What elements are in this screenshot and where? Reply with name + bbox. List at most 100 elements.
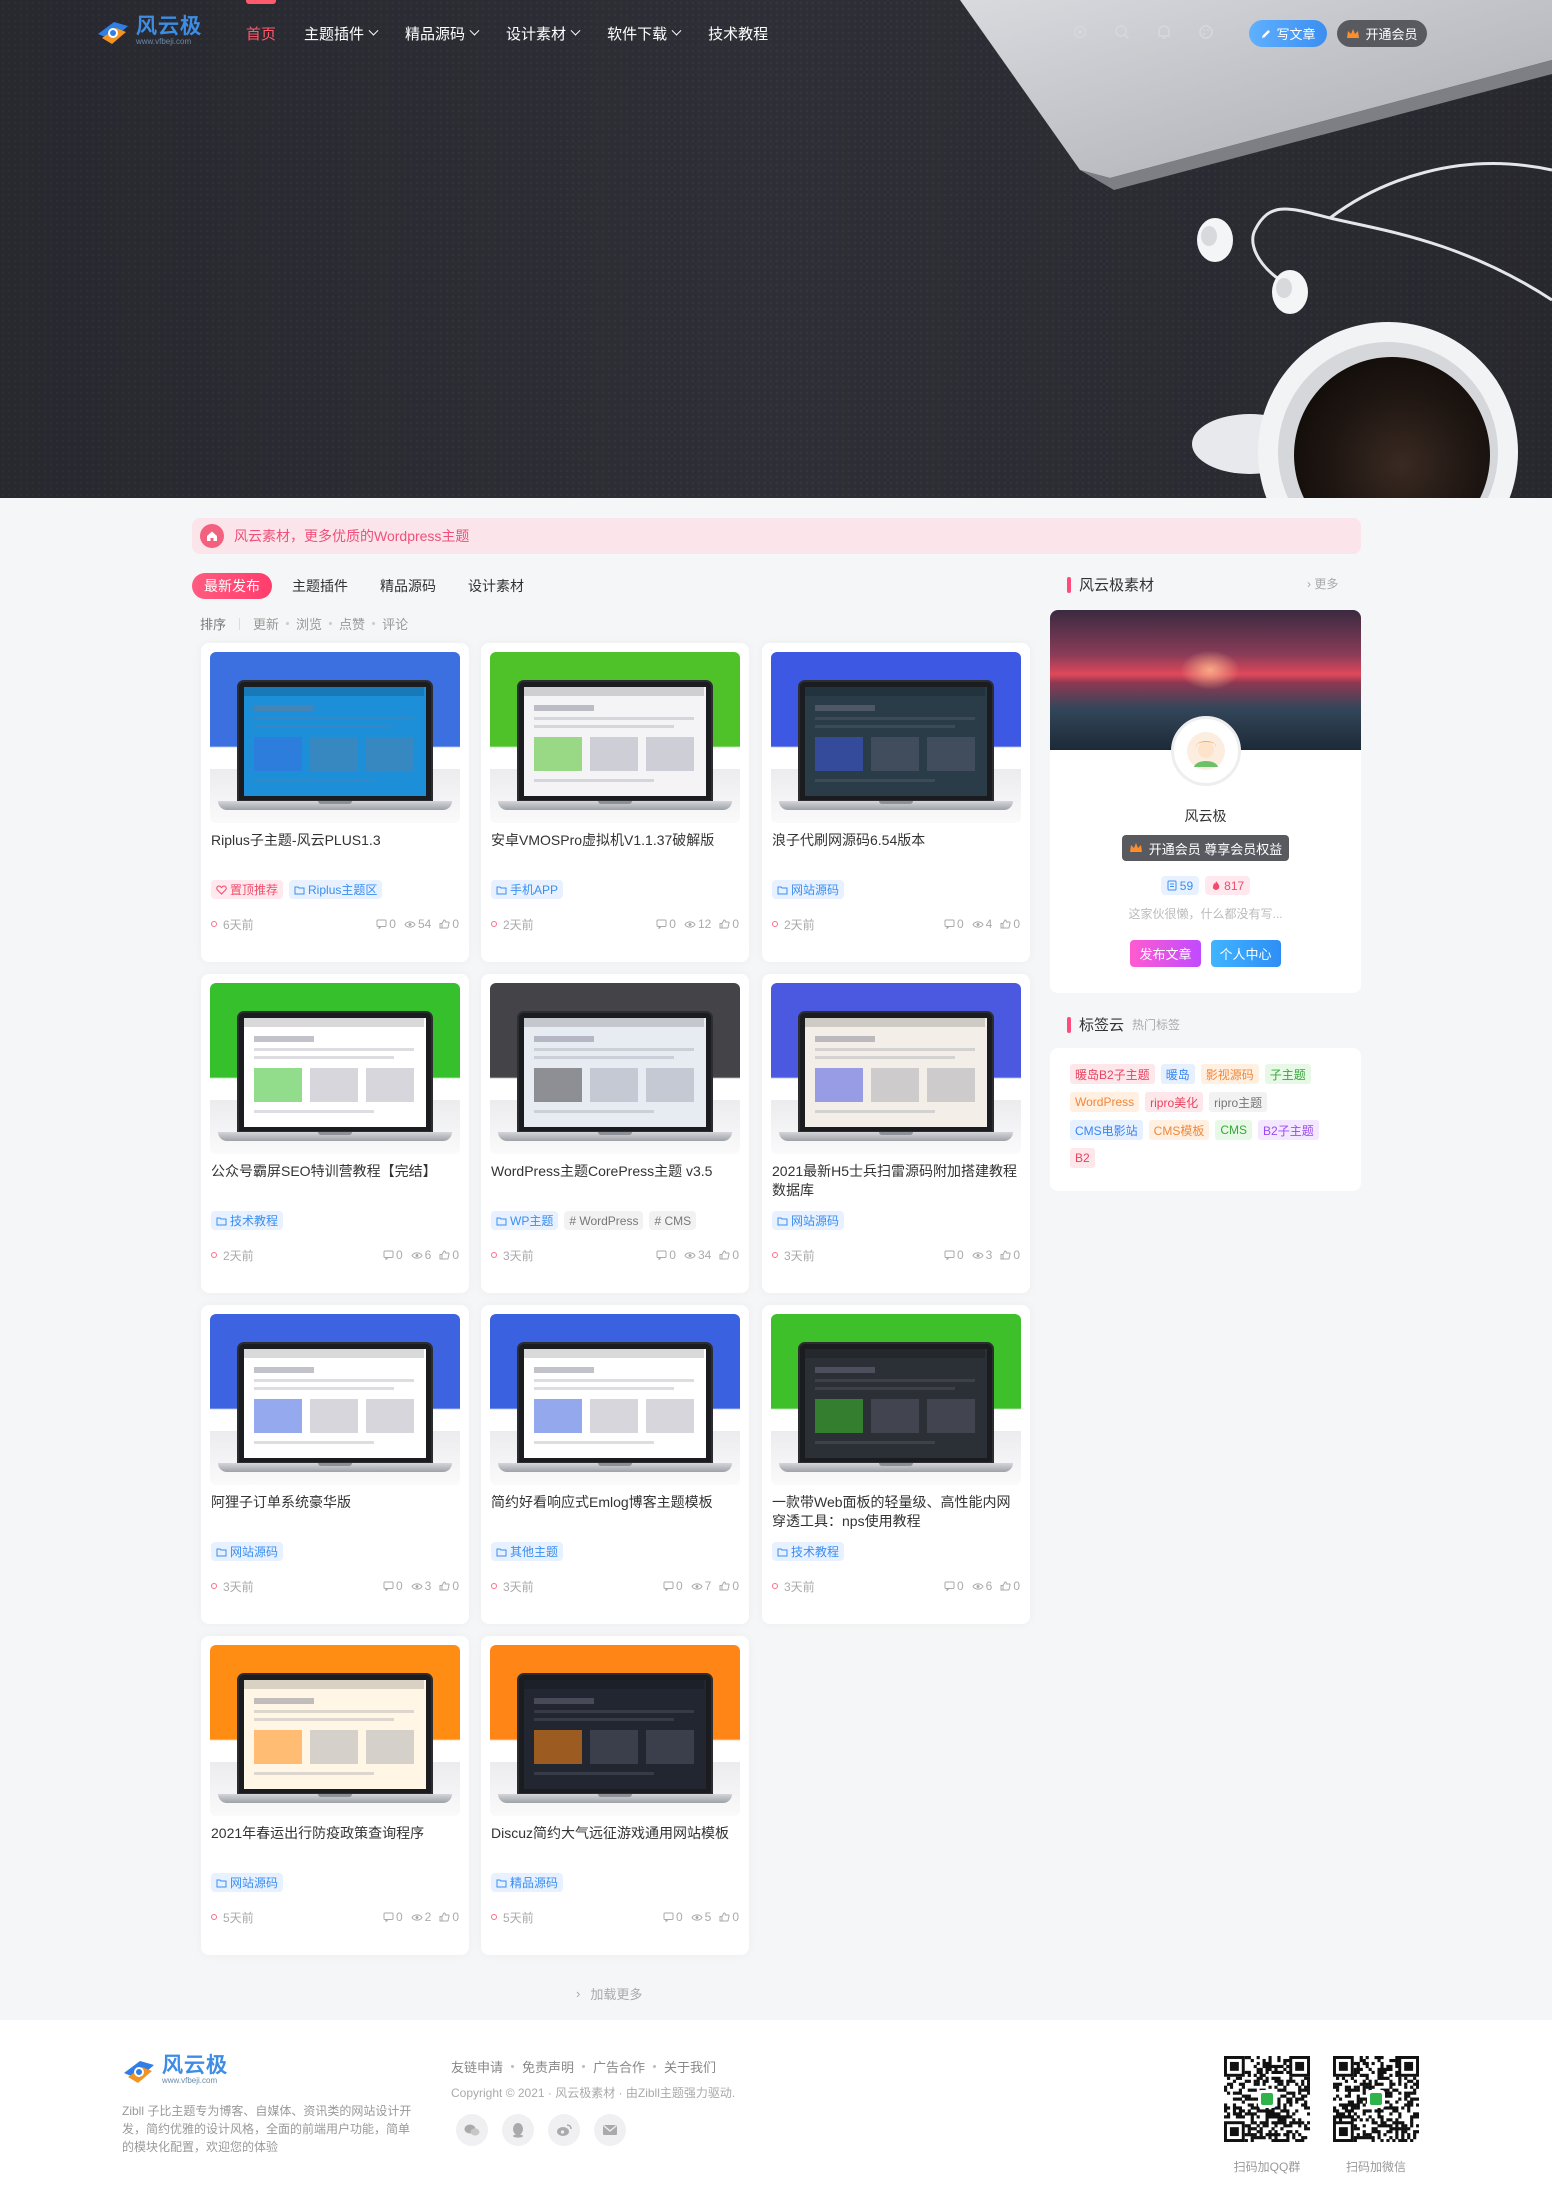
nav-item-5[interactable]: 技术教程 — [708, 0, 768, 66]
post-title[interactable]: 公众号霸屏SEO特训营教程【完结】 — [211, 1162, 461, 1181]
post-card[interactable]: 浪子代刷网源码6.54版本 网站源码 2天前 0 4 0 — [762, 643, 1030, 962]
tab-3[interactable]: 设计素材 — [456, 573, 536, 599]
sort-option[interactable]: 更新 — [253, 614, 279, 633]
tag-cloud-item[interactable]: ripro美化 — [1145, 1092, 1204, 1112]
post-thumbnail[interactable] — [490, 652, 740, 823]
post-card[interactable]: Discuz简约大气远征游戏通用网站模板 精品源码 5天前 0 5 0 — [481, 1636, 749, 1955]
bell-icon[interactable] — [1152, 20, 1176, 44]
footer-link[interactable]: 广告合作 — [593, 2057, 645, 2076]
footer-link[interactable]: 关于我们 — [664, 2057, 716, 2076]
post-thumbnail[interactable] — [771, 652, 1021, 823]
post-title[interactable]: Riplus子主题-风云PLUS1.3 — [211, 831, 461, 850]
tag-cloud-item[interactable]: ripro主题 — [1209, 1092, 1268, 1112]
post-tag[interactable]: # WordPress — [564, 1211, 644, 1230]
tag-cloud-item[interactable]: CMS模板 — [1148, 1120, 1210, 1140]
post-tag[interactable]: 精品源码 — [491, 1873, 564, 1892]
post-card[interactable]: 阿狸子订单系统豪华版 网站源码 3天前 0 3 0 — [201, 1305, 469, 1624]
post-title[interactable]: 一款带Web面板的轻量级、高性能内网穿透工具：nps使用教程 — [772, 1493, 1022, 1531]
post-tag[interactable]: 其他主题 — [491, 1542, 564, 1561]
heart-icon — [216, 884, 227, 895]
tag-cloud-item[interactable]: B2 — [1070, 1148, 1095, 1168]
post-title[interactable]: 浪子代刷网源码6.54版本 — [772, 831, 1022, 850]
tag-cloud-item[interactable]: 暖岛B2子主题 — [1070, 1064, 1155, 1084]
sort-option[interactable]: 浏览 — [296, 614, 322, 633]
post-card[interactable]: 2021最新H5士兵扫雷源码附加搭建教程数据库 网站源码 3天前 0 3 0 — [762, 974, 1030, 1293]
post-tag[interactable]: 网站源码 — [211, 1873, 284, 1892]
post-tag[interactable]: 网站源码 — [211, 1542, 284, 1561]
footer-link[interactable]: 友链申请 — [451, 2057, 503, 2076]
post-card[interactable]: 安卓VMOSPro虚拟机V1.1.37破解版 手机APP 2天前 0 12 0 — [481, 643, 749, 962]
comment-count: 0 — [376, 917, 396, 931]
tab-2[interactable]: 精品源码 — [368, 573, 448, 599]
post-card[interactable]: 2021年春运出行防疫政策查询程序 网站源码 5天前 0 2 0 — [201, 1636, 469, 1955]
notice-bar[interactable]: 风云素材，更多优质的Wordpress主题 — [192, 518, 1361, 554]
post-tag[interactable]: # CMS — [649, 1211, 697, 1230]
post-thumbnail[interactable] — [210, 1645, 460, 1816]
post-card[interactable]: 公众号霸屏SEO特训营教程【完结】 技术教程 2天前 0 6 0 — [201, 974, 469, 1293]
load-more-button[interactable]: › 加载更多 — [576, 1984, 642, 2003]
tab-1[interactable]: 主题插件 — [280, 573, 360, 599]
post-thumbnail[interactable] — [771, 983, 1021, 1154]
post-thumbnail[interactable] — [210, 983, 460, 1154]
nav-item-0[interactable]: 首页 — [246, 0, 277, 66]
post-card[interactable]: 一款带Web面板的轻量级、高性能内网穿透工具：nps使用教程 技术教程 3天前 0 6 0 — [762, 1305, 1030, 1624]
post-card[interactable]: WordPress主题CorePress主题 v3.5 WP主题 # WordPre… — [481, 974, 749, 1293]
nav-item-4[interactable]: 软件下载 — [607, 0, 682, 66]
nav-item-3[interactable]: 设计素材 — [506, 0, 581, 66]
tag-cloud-item[interactable]: WordPress — [1070, 1092, 1140, 1112]
tag-cloud-item[interactable]: B2子主题 — [1258, 1120, 1319, 1140]
post-tag[interactable]: Riplus主题区 — [289, 880, 383, 899]
footer-link[interactable]: 免责声明 — [522, 2057, 574, 2076]
post-title[interactable]: Discuz简约大气远征游戏通用网站模板 — [491, 1824, 741, 1843]
tag-cloud-item[interactable]: CMS电影站 — [1070, 1120, 1143, 1140]
post-thumbnail[interactable] — [771, 1314, 1021, 1485]
post-title[interactable]: WordPress主题CorePress主题 v3.5 — [491, 1162, 741, 1181]
post-card[interactable]: Riplus子主题-风云PLUS1.3 置顶推荐 Riplus主题区 6天前 0 54 0 — [201, 643, 469, 962]
more-link[interactable]: › 更多 — [1307, 575, 1338, 592]
tag-cloud-item[interactable]: CMS — [1215, 1120, 1253, 1140]
post-thumbnail[interactable] — [490, 1645, 740, 1816]
post-tag[interactable]: 置顶推荐 — [211, 880, 284, 899]
qq-icon[interactable] — [502, 2114, 534, 2146]
vip-badge-button[interactable]: 开通会员 尊享会员权益 — [1122, 835, 1289, 861]
post-tag[interactable]: 手机APP — [491, 880, 564, 899]
sort-option[interactable]: 点赞 — [339, 614, 365, 633]
nav-item-2[interactable]: 精品源码 — [405, 0, 480, 66]
post-tag[interactable]: 网站源码 — [772, 1211, 845, 1230]
weibo-icon[interactable] — [548, 2114, 580, 2146]
email-icon[interactable] — [594, 2114, 626, 2146]
post-thumbnail[interactable] — [490, 1314, 740, 1485]
footer-logo[interactable]: 风云极 www.vfbeji.com — [122, 2055, 228, 2086]
post-thumbnail[interactable] — [210, 652, 460, 823]
search-icon[interactable] — [1110, 20, 1134, 44]
post-title[interactable]: 2021年春运出行防疫政策查询程序 — [211, 1824, 461, 1843]
post-title[interactable]: 简约好看响应式Emlog博客主题模板 — [491, 1493, 741, 1512]
sort-option[interactable]: 评论 — [382, 614, 408, 633]
post-title[interactable]: 安卓VMOSPro虚拟机V1.1.37破解版 — [491, 831, 741, 850]
desk-illustration — [960, 0, 1552, 498]
post-tag[interactable]: WP主题 — [491, 1211, 559, 1230]
nav-item-1[interactable]: 主题插件 — [304, 0, 379, 66]
theme-toggle-icon[interactable] — [1068, 20, 1092, 44]
avatar[interactable] — [1171, 716, 1241, 786]
site-logo[interactable]: 风云极 www.vfbeji.com — [96, 16, 202, 47]
post-title[interactable]: 2021最新H5士兵扫雷源码附加搭建教程数据库 — [772, 1162, 1022, 1200]
post-thumbnail[interactable] — [210, 1314, 460, 1485]
post-card[interactable]: 简约好看响应式Emlog博客主题模板 其他主题 3天前 0 7 0 — [481, 1305, 749, 1624]
wechat-icon[interactable] — [456, 2114, 488, 2146]
publish-post-button[interactable]: 发布文章 — [1130, 940, 1201, 967]
user-center-button[interactable]: 个人中心 — [1210, 940, 1281, 967]
post-tag[interactable]: 技术教程 — [211, 1211, 284, 1230]
tab-0[interactable]: 最新发布 — [192, 573, 272, 599]
palette-icon[interactable] — [1194, 20, 1218, 44]
post-thumbnail[interactable] — [490, 983, 740, 1154]
post-tag[interactable]: 技术教程 — [772, 1542, 845, 1561]
post-title[interactable]: 阿狸子订单系统豪华版 — [211, 1493, 461, 1512]
tag-cloud-item[interactable]: 子主题 — [1264, 1064, 1311, 1084]
post-tag[interactable]: 网站源码 — [772, 880, 845, 899]
view-count: 54 — [404, 917, 431, 931]
vip-button[interactable]: 开通会员 — [1337, 20, 1427, 47]
tag-cloud-item[interactable]: 影视源码 — [1200, 1064, 1259, 1084]
write-post-button[interactable]: 写文章 — [1249, 20, 1327, 47]
tag-cloud-item[interactable]: 暖岛 — [1160, 1064, 1195, 1084]
